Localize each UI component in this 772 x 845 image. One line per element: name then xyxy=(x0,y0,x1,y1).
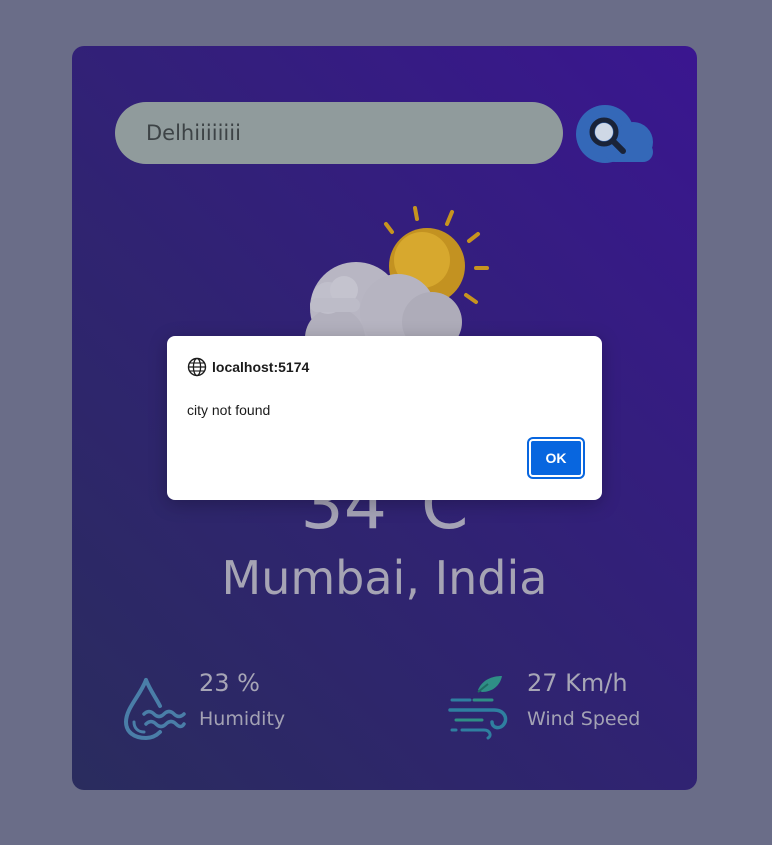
wind-value: 27 Km/h xyxy=(527,669,628,697)
search-button[interactable] xyxy=(575,104,657,164)
humidity-drop-icon xyxy=(120,674,186,744)
dialog-message: city not found xyxy=(187,402,271,418)
wind-label: Wind Speed xyxy=(527,708,641,730)
ok-button[interactable]: OK xyxy=(529,439,583,477)
search-bar xyxy=(115,102,660,164)
dialog-origin: localhost:5174 xyxy=(187,356,309,378)
humidity-stat: 23 % Humidity xyxy=(120,664,320,744)
city-search-input[interactable] xyxy=(115,102,563,164)
globe-icon xyxy=(187,357,207,377)
dialog-origin-text: localhost:5174 xyxy=(212,359,310,375)
sun-behind-cloud-icon xyxy=(300,204,495,368)
wind-icon xyxy=(448,674,514,744)
humidity-label: Humidity xyxy=(199,708,286,730)
alert-dialog: localhost:5174 city not found OK xyxy=(167,336,602,500)
city-name: Mumbai, India xyxy=(221,551,548,605)
search-cloud-icon xyxy=(576,105,653,163)
wind-stat: 27 Km/h Wind Speed xyxy=(448,664,658,744)
humidity-value: 23 % xyxy=(199,669,260,697)
